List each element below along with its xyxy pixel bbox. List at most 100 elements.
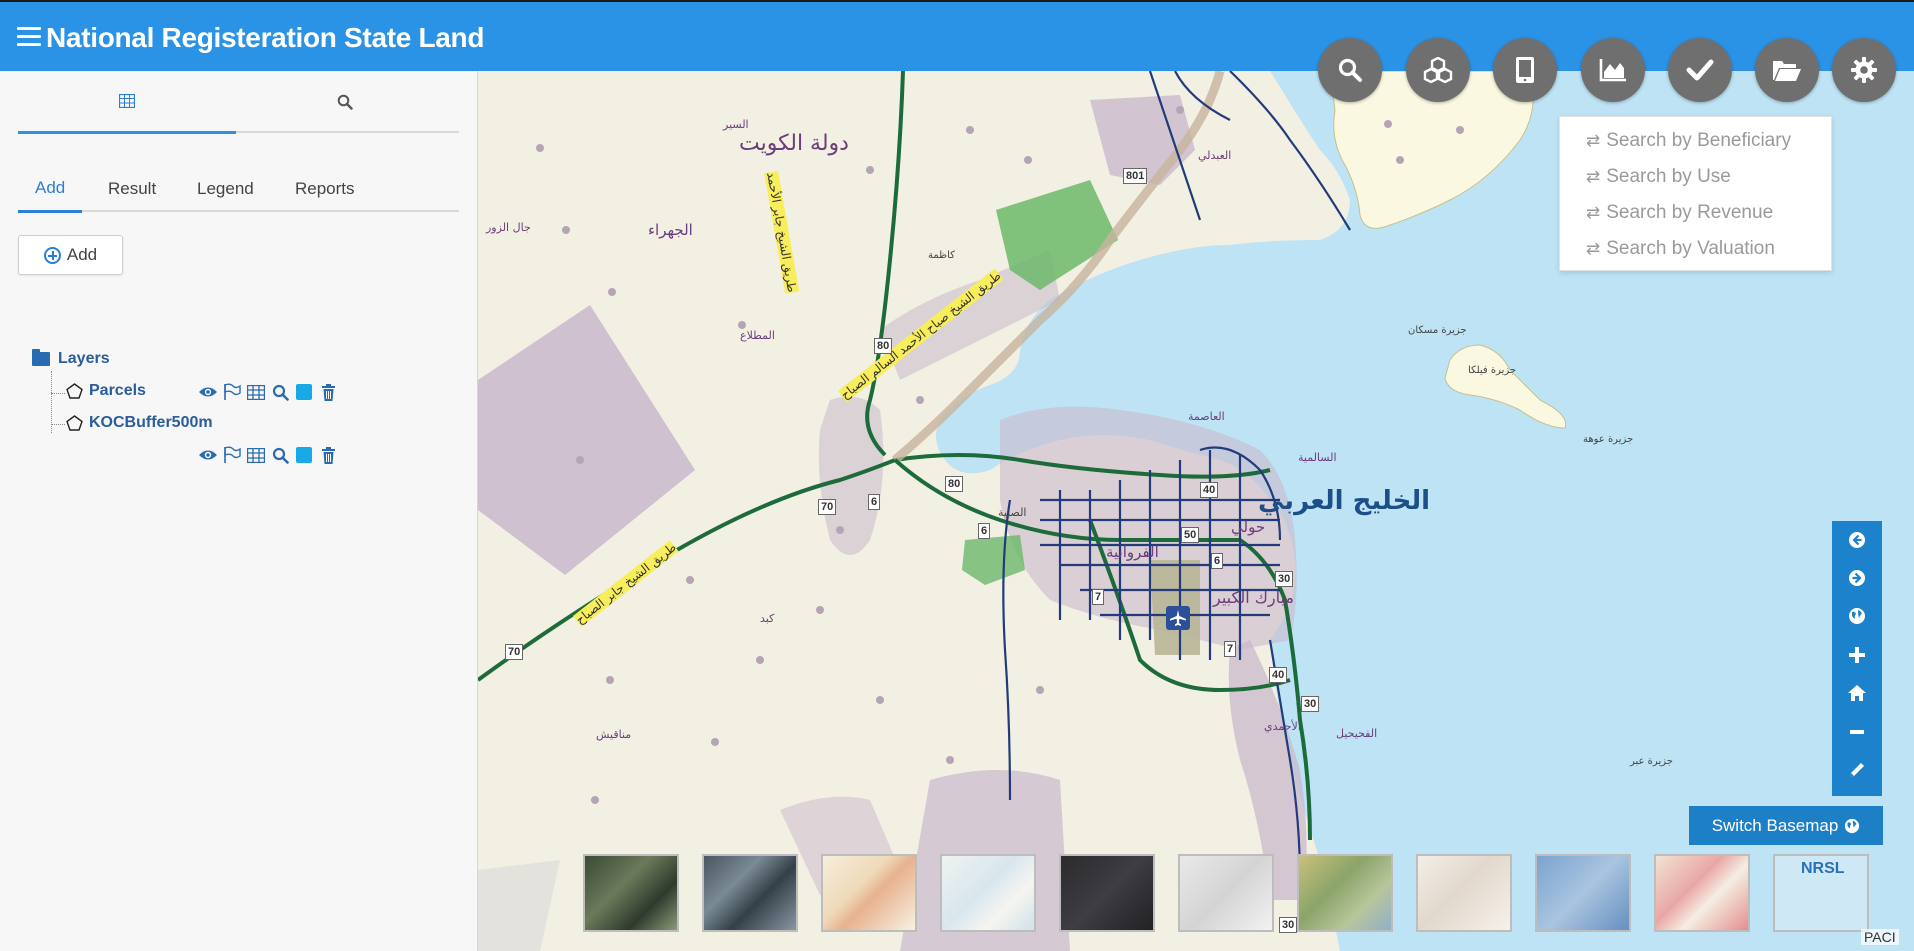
basemap-thumb-terrain[interactable] xyxy=(1416,854,1512,932)
area-chart-icon xyxy=(1599,59,1626,82)
flag-icon[interactable] xyxy=(222,382,242,402)
sidebar: Add Result Legend Reports Add Layers Par… xyxy=(0,71,478,951)
layers-tree-label: Layers xyxy=(58,350,110,367)
route-shield: 801 xyxy=(1123,168,1148,184)
tab-result[interactable]: Result xyxy=(108,166,156,212)
eye-icon[interactable] xyxy=(198,382,218,402)
chart-tool-button[interactable] xyxy=(1581,38,1645,102)
check-tool-button[interactable] xyxy=(1668,38,1732,102)
settings-tool-button[interactable] xyxy=(1832,38,1896,102)
layer-item-parcels[interactable]: Parcels xyxy=(66,382,146,400)
tab-search[interactable] xyxy=(236,71,454,133)
flag-icon[interactable] xyxy=(222,445,242,465)
trash-icon[interactable] xyxy=(318,445,338,465)
search-icon xyxy=(337,94,353,110)
layer-item-kocbuffer500m[interactable]: KOCBuffer500m xyxy=(66,414,213,432)
route-shield: 6 xyxy=(868,494,881,510)
search-by-beneficiary-item[interactable]: ⇄ Search by Beneficiary xyxy=(1560,123,1831,159)
tablet-tool-button[interactable] xyxy=(1493,38,1557,102)
basemap-thumb-imagery-labels[interactable] xyxy=(702,854,798,932)
previous-extent-button[interactable] xyxy=(1832,521,1882,559)
basemap-thumb-imagery[interactable] xyxy=(583,854,679,932)
trash-icon[interactable] xyxy=(318,382,338,402)
arrow-right-circle-icon xyxy=(1849,570,1865,586)
basemap-thumb-oceans[interactable] xyxy=(1535,854,1631,932)
switch-basemap-button[interactable]: Switch Basemap xyxy=(1689,806,1883,845)
polygon-icon xyxy=(66,415,83,431)
zoom-in-button[interactable] xyxy=(1832,636,1882,674)
map-navigation-strip xyxy=(1832,521,1882,796)
plus-circle-icon xyxy=(43,246,61,264)
globe-icon xyxy=(1849,608,1865,624)
search-icon xyxy=(1338,58,1362,82)
folder-icon xyxy=(32,349,50,366)
basemap-thumb-topographic[interactable] xyxy=(940,854,1036,932)
table-icon xyxy=(119,94,135,108)
search-by-revenue-item[interactable]: ⇄ Search by Revenue xyxy=(1560,195,1831,231)
map-label-abdali: العبدلي xyxy=(1198,149,1232,162)
search-by-use-item[interactable]: ⇄ Search by Use xyxy=(1560,159,1831,195)
layer-tools-kocbuffer500m xyxy=(198,445,338,465)
tree-connector xyxy=(51,393,65,394)
basemap-thumb-nrsl[interactable]: NRSL xyxy=(1773,854,1869,932)
search-icon[interactable] xyxy=(270,445,290,465)
route-shield: 80 xyxy=(874,338,893,354)
basemap-thumb-label: NRSL xyxy=(1801,860,1845,877)
basemap-thumb-national-geographic[interactable] xyxy=(1297,854,1393,932)
route-shield: 40 xyxy=(1200,482,1219,498)
basemap-thumb-streets[interactable] xyxy=(821,854,917,932)
route-shield: 7 xyxy=(1224,641,1237,657)
home-icon xyxy=(1848,685,1866,701)
zoom-out-icon xyxy=(1850,730,1864,734)
eye-icon[interactable] xyxy=(198,445,218,465)
route-shield: 70 xyxy=(818,499,837,515)
check-icon xyxy=(1686,59,1714,81)
menu-item-label: Search by Valuation xyxy=(1606,238,1775,259)
tab-legend[interactable]: Legend xyxy=(197,166,254,212)
hamburger-menu-icon[interactable] xyxy=(17,27,41,47)
tab-reports[interactable]: Reports xyxy=(295,166,355,212)
exchange-icon: ⇄ xyxy=(1586,131,1601,150)
menu-item-label: Search by Beneficiary xyxy=(1606,130,1792,151)
search-icon[interactable] xyxy=(270,382,290,402)
folder-tool-button[interactable] xyxy=(1755,38,1819,102)
basemap-thumb-openstreetmap[interactable] xyxy=(1654,854,1750,932)
next-extent-button[interactable] xyxy=(1832,559,1882,597)
table-icon[interactable] xyxy=(246,445,266,465)
route-shield: 40 xyxy=(1269,667,1288,683)
layer-tools-parcels xyxy=(198,382,338,402)
exchange-icon: ⇄ xyxy=(1586,167,1601,186)
home-button[interactable] xyxy=(1832,674,1882,712)
basemap-thumb-light-gray[interactable] xyxy=(1178,854,1274,932)
layers-tree-root[interactable]: Layers xyxy=(32,349,110,368)
route-shield: 7 xyxy=(1092,589,1105,605)
map-label-ahmadi: الأحمدي xyxy=(1264,720,1301,733)
add-layer-button-label: Add xyxy=(66,245,98,264)
polygon-icon xyxy=(66,383,83,399)
color-swatch-icon[interactable] xyxy=(294,445,314,465)
draw-button[interactable] xyxy=(1832,751,1882,789)
map-label-kazma: كاظمة xyxy=(928,250,955,261)
tab-add[interactable]: Add xyxy=(18,166,83,213)
exchange-icon: ⇄ xyxy=(1586,203,1601,222)
full-extent-button[interactable] xyxy=(1832,597,1882,635)
zoom-out-button[interactable] xyxy=(1832,713,1882,751)
search-tool-button[interactable] xyxy=(1318,38,1382,102)
search-dropdown-menu: ⇄ Search by Beneficiary ⇄ Search by Use … xyxy=(1559,116,1832,271)
zoom-in-icon xyxy=(1849,647,1865,663)
globe-icon xyxy=(1845,818,1860,833)
cubes-tool-button[interactable] xyxy=(1406,38,1470,102)
table-icon[interactable] xyxy=(246,382,266,402)
map-label-jahra: الجهراء xyxy=(648,221,693,239)
search-by-valuation-item[interactable]: ⇄ Search by Valuation xyxy=(1560,231,1831,267)
map-attribution: PACI xyxy=(1861,929,1899,945)
tree-connector xyxy=(51,424,65,425)
basemap-thumb-dark-gray[interactable] xyxy=(1059,854,1155,932)
menu-item-label: Search by Revenue xyxy=(1606,202,1774,223)
color-swatch-icon[interactable] xyxy=(294,382,314,402)
map-label-fuhaihil: الفحيحيل xyxy=(1336,727,1378,740)
add-layer-button[interactable]: Add xyxy=(18,235,123,275)
map-label-subiya: الصبية xyxy=(998,506,1027,519)
pencil-icon xyxy=(1850,763,1864,777)
tab-table[interactable] xyxy=(18,71,236,134)
